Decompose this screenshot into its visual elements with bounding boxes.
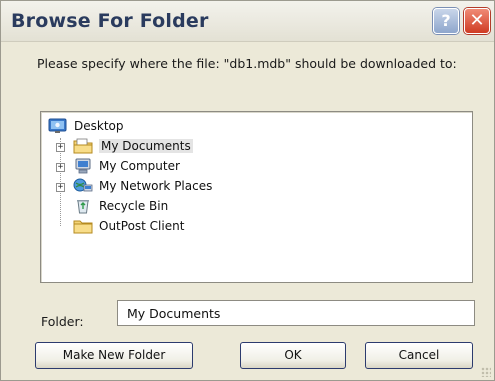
tree-item-my-computer[interactable]: My Computer [73,157,180,175]
tree-item-label: My Network Places [99,179,213,193]
tree-item-label: My Computer [99,159,180,173]
close-icon: ✕ [469,10,485,31]
tree-item-label: OutPost Client [99,219,185,233]
tree-item-my-network-places[interactable]: My Network Places [73,177,212,195]
tree-item-outpost-client[interactable]: OutPost Client [73,217,184,235]
recycle-bin-icon [73,198,93,214]
folder-input[interactable] [117,300,475,326]
tree-item-label: Desktop [74,119,124,133]
resize-grip[interactable] [481,367,491,377]
tree-item-recycle-bin[interactable]: Recycle Bin [73,197,168,215]
tree-item-my-documents[interactable]: My Documents [73,137,193,155]
my-computer-icon [73,158,93,174]
title-bar[interactable]: Browse For Folder ? ✕ [1,1,494,42]
folder-field-label: Folder: [41,314,84,329]
help-button[interactable]: ? [433,8,459,34]
folder-icon [73,218,93,234]
expand-network-places-toggle[interactable]: + [56,183,65,192]
dialog-title: Browse For Folder [11,10,209,32]
help-icon: ? [441,11,451,30]
ok-button[interactable]: OK [240,342,346,369]
close-button[interactable]: ✕ [464,8,490,34]
browse-for-folder-dialog: Browse For Folder ? ✕ Please specify whe… [0,0,495,381]
folder-tree[interactable]: Desktop + My Documents + My Computer + M… [40,111,473,283]
expand-my-computer-toggle[interactable]: + [56,163,65,172]
prompt-text: Please specify where the file: "db1.mdb"… [37,56,457,71]
tree-item-desktop[interactable]: Desktop [48,117,124,135]
tree-item-label: My Documents [99,139,193,153]
make-new-folder-button[interactable]: Make New Folder [35,342,193,369]
my-documents-folder-icon [73,138,93,154]
tree-item-label: Recycle Bin [99,199,169,213]
cancel-button[interactable]: Cancel [365,342,473,369]
desktop-icon [48,118,68,134]
expand-my-documents-toggle[interactable]: + [56,143,65,152]
network-places-icon [73,178,93,194]
